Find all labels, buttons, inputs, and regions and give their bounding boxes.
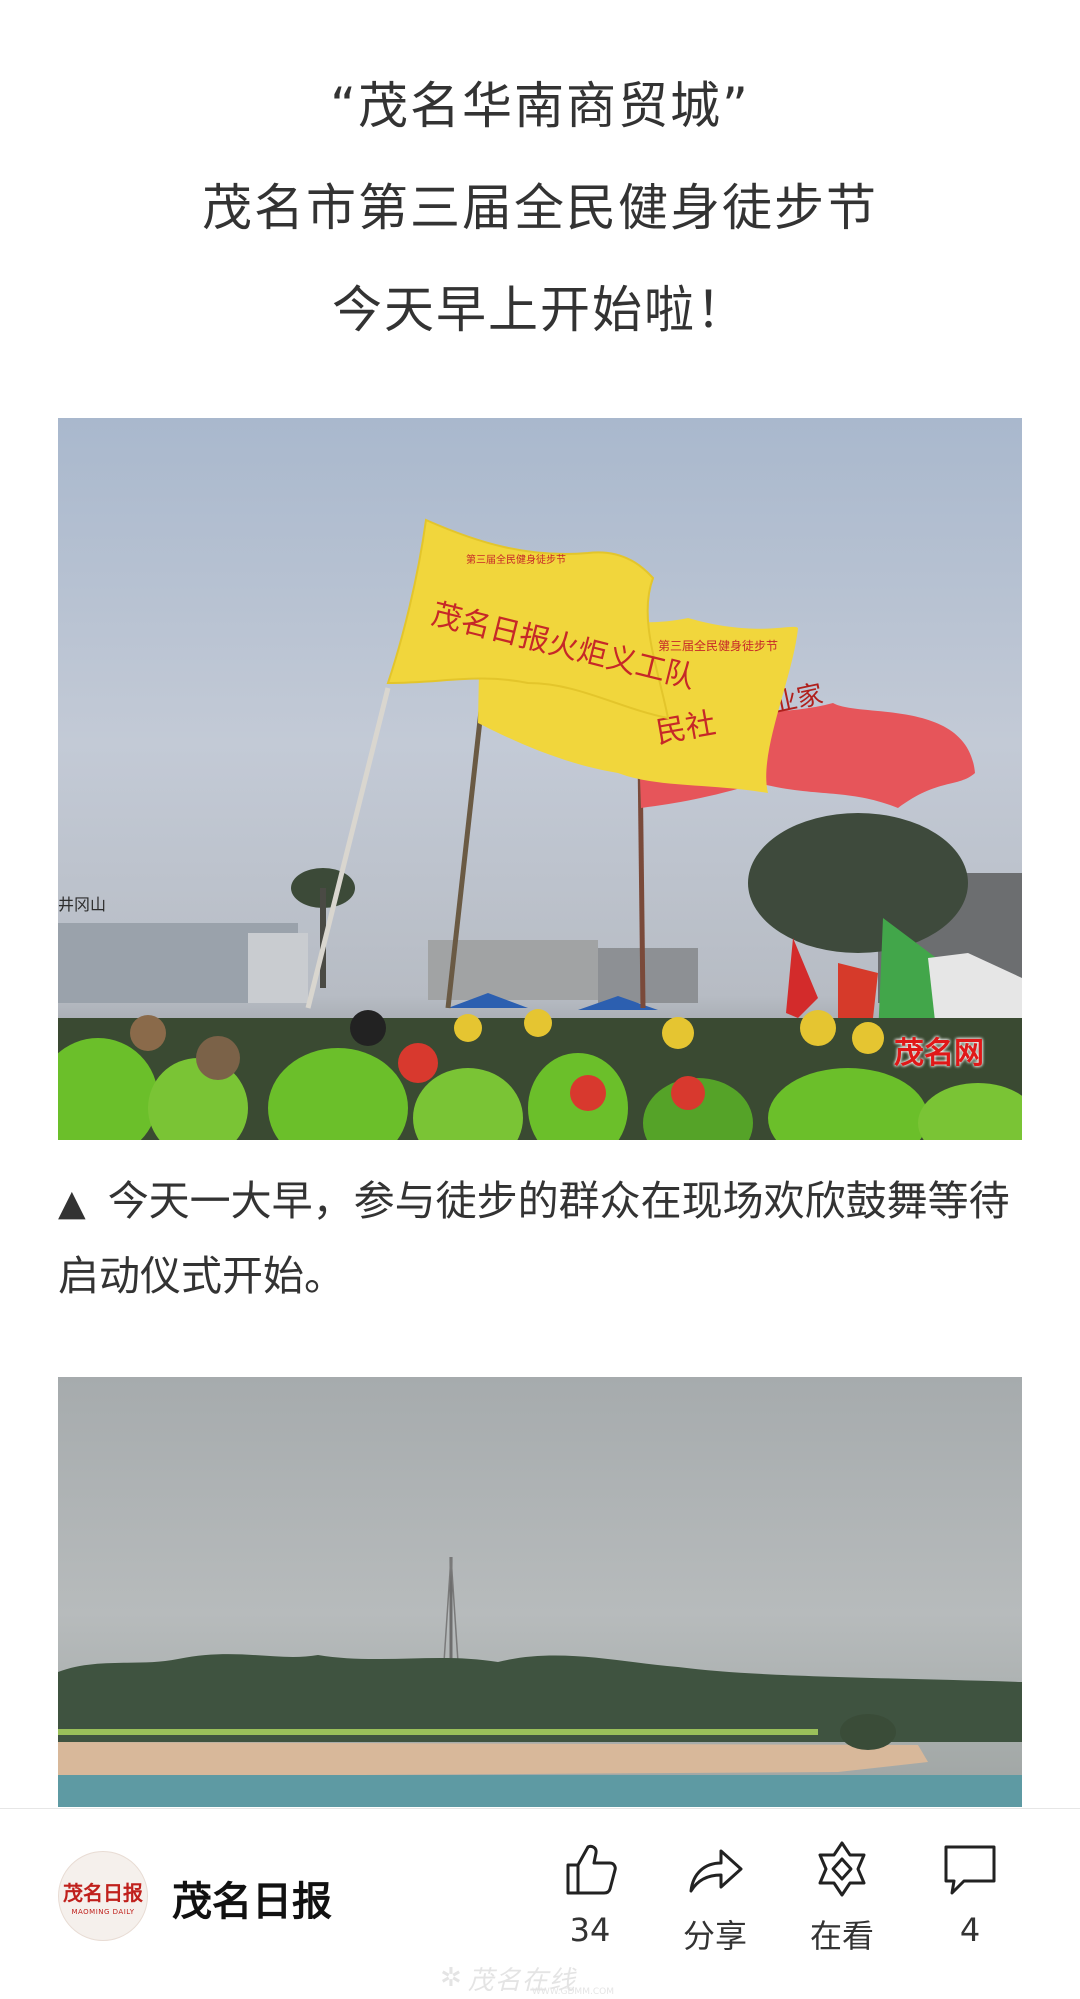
photo-watermark: 茂名网: [894, 1036, 984, 1071]
headline-line-3: 今天早上开始啦！: [332, 281, 748, 339]
article-photo-river[interactable]: [58, 1377, 1022, 1807]
avatar-logo-text: 茂名日报: [63, 1880, 143, 1905]
site-logo-icon: ✲: [440, 1963, 462, 1993]
avatar-logo-subtext: MAOMING DAILY: [71, 1907, 135, 1916]
caption-marker: ▲: [58, 1183, 86, 1224]
comment-button[interactable]: 4: [915, 1839, 1025, 1949]
account-name[interactable]: 茂名日报: [172, 1869, 332, 1927]
article-headline: “茂名华南商贸城” 茂名市第三届全民健身徒步节 今天早上开始啦！: [0, 55, 1080, 361]
share-button[interactable]: 分享: [660, 1839, 770, 1957]
comment-bubble-icon: [944, 1845, 996, 1895]
photo-flags-scene: 企业家 第三届全民健身徒步节 民社 第三届全民健身徒步节 茂名日报火炬义工队 井…: [58, 518, 1022, 1140]
thumbs-up-icon: [566, 1844, 617, 1895]
headline-line-1: “茂名华南商贸城”: [330, 77, 750, 135]
looking-label: 在看: [809, 1917, 874, 1955]
account-avatar[interactable]: 茂名日报 MAOMING DAILY: [58, 1851, 148, 1941]
bottom-action-bar: 茂名日报 MAOMING DAILY 茂名日报 34 分享 在看 4 ✲ 茂名在…: [0, 1808, 1080, 1999]
headline-line-2: 茂名市第三届全民健身徒步节: [202, 179, 878, 237]
share-label: 分享: [682, 1917, 747, 1955]
sign-left-text: 井冈山: [58, 895, 106, 914]
caption-text: 今天一大早，参与徒步的群众在现场欢欣鼓舞等待启动仪式开始。: [58, 1177, 1010, 1300]
share-arrow-icon: [689, 1849, 743, 1893]
looking-button[interactable]: 在看: [787, 1839, 897, 1957]
photo-caption: ▲ 今天一大早，参与徒步的群众在现场欢欣鼓舞等待启动仪式开始。: [58, 1165, 1022, 1312]
site-watermark: ✲ 茂名在线 WWW.GDMM.COM: [440, 1961, 660, 1997]
photo-river-scene: [58, 1556, 1022, 1807]
like-count: 34: [569, 1911, 611, 1949]
flag-yellow-2-small: 第三届全民健身徒步节: [658, 638, 778, 653]
site-watermark-url: WWW.GDMM.COM: [532, 1987, 614, 1997]
like-button[interactable]: 34: [535, 1839, 645, 1949]
comment-count: 4: [959, 1911, 981, 1949]
flag-yellow-1-small: 第三届全民健身徒步节: [466, 553, 566, 566]
looking-star-icon: [818, 1841, 866, 1897]
article-photo-flags[interactable]: 企业家 第三届全民健身徒步节 民社 第三届全民健身徒步节 茂名日报火炬义工队 井…: [58, 418, 1022, 1140]
